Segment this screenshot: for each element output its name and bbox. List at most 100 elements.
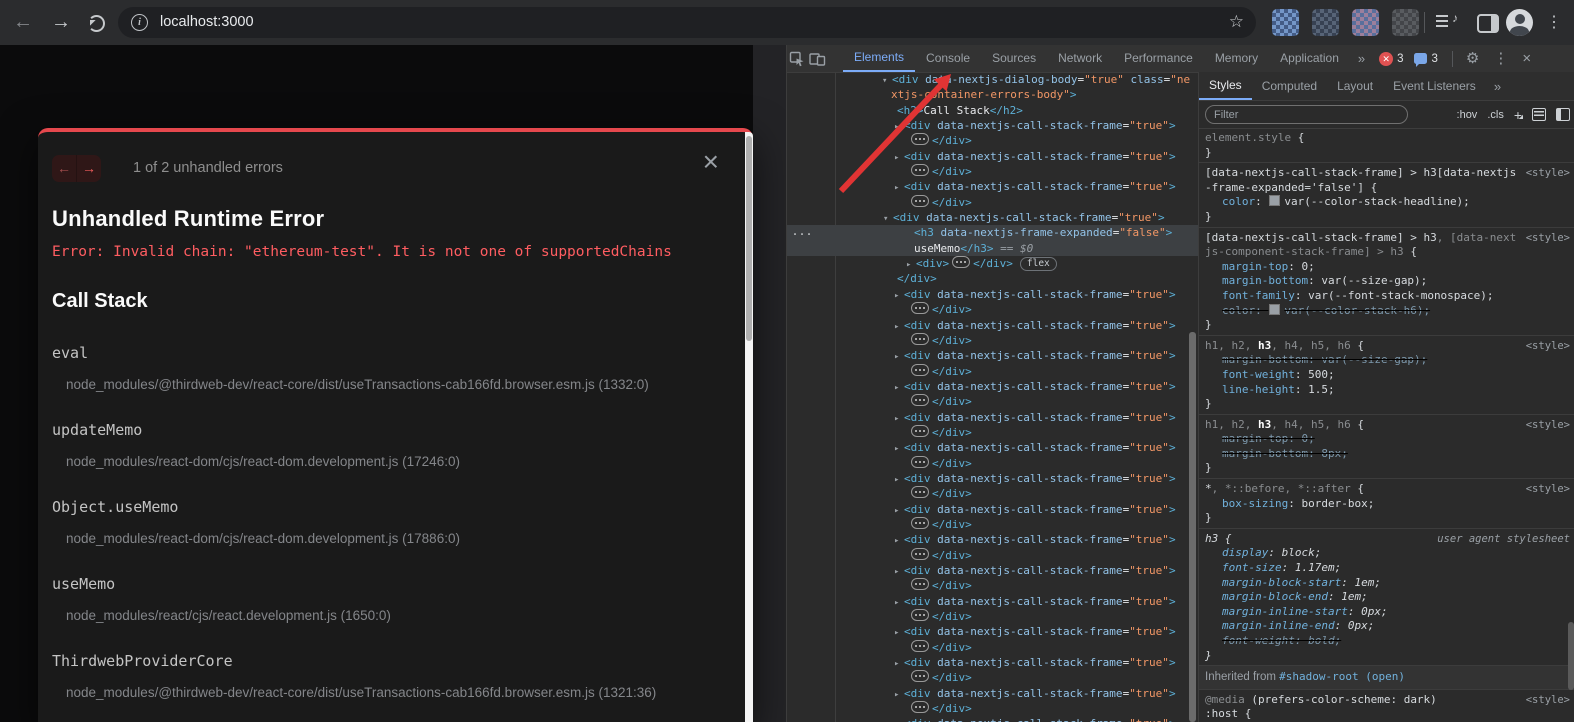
extension-2[interactable] (1312, 9, 1339, 36)
css-rule[interactable]: element.style {} (1199, 128, 1574, 163)
rule-origin-link[interactable]: user agent stylesheet (1437, 532, 1570, 547)
issues-icon[interactable] (1414, 53, 1427, 64)
tree-node-line[interactable]: ▸<div data-nextjs-call-stack-frame="true… (787, 149, 1198, 164)
next-error-button[interactable]: → (77, 155, 101, 182)
side-panel-icon[interactable] (1477, 14, 1499, 33)
close-dialog-icon[interactable]: × (703, 148, 719, 176)
css-rule[interactable]: @media (prefers-color-scheme: dark):host… (1199, 690, 1574, 722)
tree-node-line[interactable]: </div> (787, 456, 1198, 471)
computed-pane-toggle-icon[interactable] (1556, 108, 1570, 121)
styles-more-tabs-icon[interactable]: » (1486, 73, 1509, 100)
new-style-rule-icon[interactable]: + (1514, 107, 1522, 123)
css-property[interactable]: margin-block-end: 1em; (1205, 590, 1570, 605)
tree-node-line[interactable]: ▸<div data-nextjs-call-stack-frame="true… (787, 716, 1198, 722)
tree-node-line[interactable]: </div> (787, 302, 1198, 317)
ellipsis-icon[interactable] (911, 578, 929, 590)
media-controls-icon[interactable]: ♪ (1436, 13, 1456, 31)
tree-node-line[interactable]: useMemo</h3> == $0 (787, 241, 1198, 256)
styles-tab-layout[interactable]: Layout (1327, 73, 1383, 100)
tree-node-line[interactable]: </div> (787, 364, 1198, 379)
devtools-settings-icon[interactable]: ⚙ (1459, 45, 1486, 72)
css-property[interactable]: line-height: 1.5; (1205, 383, 1570, 398)
ellipsis-icon[interactable] (911, 640, 929, 652)
css-property[interactable]: margin-bottom: var(--size-gap); (1205, 274, 1570, 289)
tree-node-line[interactable]: ▸<div data-nextjs-call-stack-frame="true… (787, 655, 1198, 670)
rule-origin-link[interactable]: <style> (1526, 166, 1570, 181)
tree-node-line[interactable]: ▸<div data-nextjs-call-stack-frame="true… (787, 348, 1198, 363)
ellipsis-icon[interactable] (952, 256, 970, 268)
ellipsis-icon[interactable] (911, 456, 929, 468)
previous-error-button[interactable]: ← (52, 155, 77, 182)
tree-node-line[interactable]: </div> (787, 271, 1198, 286)
rendering-emulation-icon[interactable] (1532, 108, 1546, 121)
css-property[interactable]: font-size: 1.17em; (1205, 561, 1570, 576)
rule-origin-link[interactable]: <style> (1526, 231, 1570, 246)
tree-node-line[interactable]: </div> (787, 578, 1198, 593)
styles-scrollbar-thumb[interactable] (1568, 622, 1574, 690)
css-rules-list[interactable]: element.style {}[data-nextjs-call-stack-… (1199, 128, 1574, 722)
site-info-icon[interactable]: i (131, 14, 148, 31)
ellipsis-icon[interactable] (911, 133, 929, 145)
rule-origin-link[interactable]: <style> (1526, 482, 1570, 497)
tree-node-line[interactable]: ▸<div data-nextjs-call-stack-frame="true… (787, 594, 1198, 609)
tree-node-line[interactable]: ▸<div data-nextjs-call-stack-frame="true… (787, 563, 1198, 578)
ellipsis-icon[interactable] (911, 425, 929, 437)
extension-4[interactable] (1392, 9, 1419, 36)
tree-node-line[interactable]: </div> (787, 517, 1198, 532)
css-property[interactable]: margin-bottom: 8px; (1205, 447, 1570, 462)
tree-scrollbar-thumb[interactable] (1189, 332, 1196, 722)
extension-1[interactable] (1272, 9, 1299, 36)
devtools-tab-network[interactable]: Network (1047, 45, 1113, 72)
css-property[interactable]: margin-bottom: var(--size-gap); (1205, 353, 1570, 368)
styles-tab-event-listeners[interactable]: Event Listeners (1383, 73, 1486, 100)
tree-node-line[interactable]: </div> (787, 394, 1198, 409)
tree-node-line[interactable]: ▸<div data-nextjs-call-stack-frame="true… (787, 410, 1198, 425)
devtools-tab-performance[interactable]: Performance (1113, 45, 1204, 72)
tree-node-line[interactable]: ▸<div data-nextjs-call-stack-frame="true… (787, 440, 1198, 455)
css-property[interactable]: display: block; (1205, 546, 1570, 561)
back-icon[interactable]: ← (8, 0, 38, 45)
shadow-root-link[interactable]: #shadow-root (open) (1279, 670, 1405, 683)
tree-node-line[interactable]: </div> (787, 548, 1198, 563)
extension-3[interactable] (1352, 9, 1379, 36)
css-property[interactable]: margin-top: 0; (1205, 260, 1570, 275)
ellipsis-icon[interactable] (911, 394, 929, 406)
tree-node-line[interactable]: ▸<div data-nextjs-call-stack-frame="true… (787, 686, 1198, 701)
css-rule[interactable]: h3 {user agent stylesheetdisplay: block;… (1199, 529, 1574, 666)
css-property[interactable]: margin-block-start: 1em; (1205, 576, 1570, 591)
css-property[interactable]: color: var(--color-stack-h6); (1205, 304, 1570, 319)
tree-node-line[interactable]: ▸<div data-nextjs-call-stack-frame="true… (787, 624, 1198, 639)
ellipsis-icon[interactable] (911, 517, 929, 529)
profile-avatar[interactable] (1506, 9, 1533, 36)
tree-node-line[interactable]: ▸<div data-nextjs-call-stack-frame="true… (787, 502, 1198, 517)
dialog-scrollbar-thumb[interactable] (746, 136, 752, 341)
toggle-class-button[interactable]: .cls (1487, 109, 1504, 121)
ellipsis-icon[interactable] (911, 670, 929, 682)
css-rule[interactable]: h1, h2, h3, h4, h5, h6 {<style>margin-bo… (1199, 336, 1574, 415)
console-errors-icon[interactable]: ✕ (1379, 52, 1393, 66)
tree-node-line[interactable]: ▸<div data-nextjs-call-stack-frame="true… (787, 471, 1198, 486)
tree-node-line[interactable]: ...<h3 data-nextjs-frame-expanded="false… (787, 225, 1198, 240)
css-property[interactable]: box-sizing: border-box; (1205, 497, 1570, 512)
css-rule[interactable]: *, *::before, *::after {<style>box-sizin… (1199, 479, 1574, 529)
tree-node-line[interactable]: </div> (787, 609, 1198, 624)
ellipsis-icon[interactable] (911, 164, 929, 176)
tree-node-line[interactable]: ▸<div data-nextjs-call-stack-frame="true… (787, 287, 1198, 302)
reload-icon[interactable] (88, 15, 105, 32)
css-property[interactable]: color: var(--color-stack-headline); (1205, 195, 1570, 210)
devtools-menu-icon[interactable]: ⋮ (1486, 45, 1515, 72)
css-property[interactable]: margin-inline-start: 0px; (1205, 605, 1570, 620)
devtools-tab-application[interactable]: Application (1269, 45, 1350, 72)
styles-tab-computed[interactable]: Computed (1252, 73, 1327, 100)
tree-node-line[interactable]: </div> (787, 195, 1198, 210)
devtools-tab-memory[interactable]: Memory (1204, 45, 1269, 72)
ellipsis-icon[interactable] (911, 486, 929, 498)
url-text[interactable]: localhost:3000 (160, 7, 254, 38)
css-property[interactable]: font-weight: bold; (1205, 634, 1570, 649)
flex-badge[interactable]: flex (1020, 257, 1057, 271)
tree-node-line[interactable]: ▸<div data-nextjs-call-stack-frame="true… (787, 532, 1198, 547)
color-swatch[interactable] (1269, 304, 1280, 315)
browser-menu-icon[interactable]: ⋮ (1544, 0, 1564, 45)
forward-icon[interactable]: → (46, 0, 76, 45)
rule-origin-link[interactable]: <style> (1526, 339, 1570, 354)
